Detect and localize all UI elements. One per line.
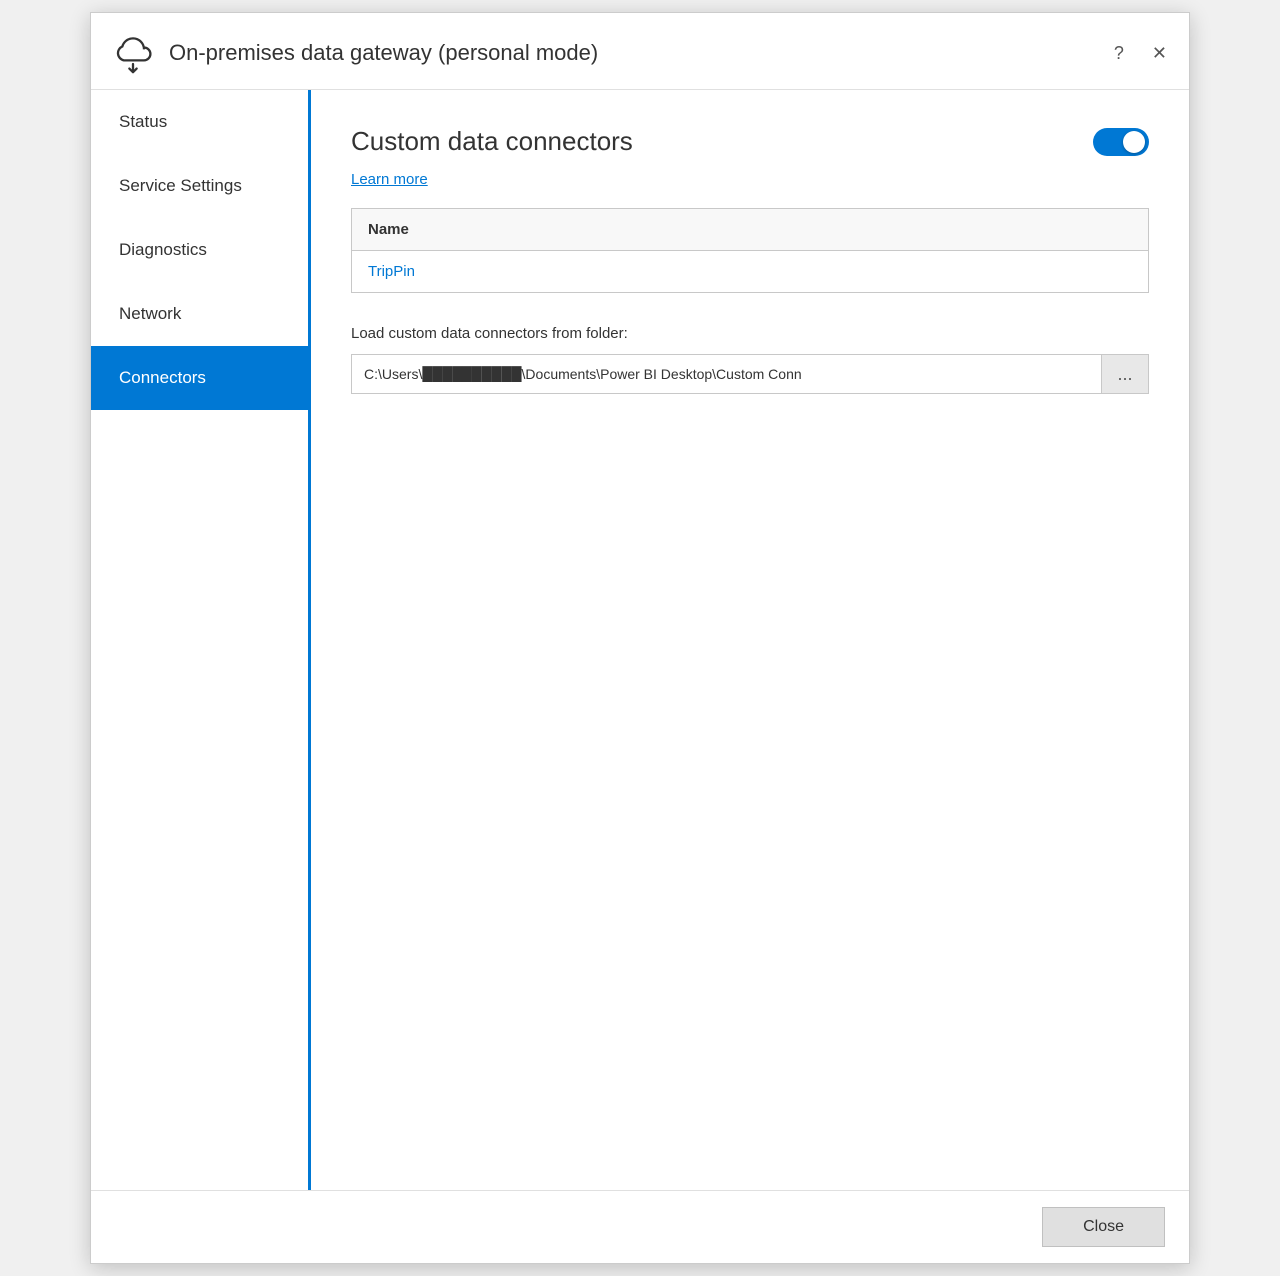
folder-label: Load custom data connectors from folder:: [351, 325, 1149, 342]
folder-path-input[interactable]: [351, 354, 1101, 394]
custom-connectors-toggle[interactable]: [1093, 128, 1149, 156]
app-window: On-premises data gateway (personal mode)…: [90, 12, 1190, 1264]
title-bar-left: On-premises data gateway (personal mode): [111, 31, 1108, 75]
toggle-thumb: [1123, 131, 1145, 153]
title-bar-controls: ? ✕: [1108, 40, 1173, 66]
sidebar-item-status-label: Status: [119, 112, 167, 131]
sidebar-item-connectors-label: Connectors: [119, 368, 206, 387]
footer-bar: Close: [91, 1190, 1189, 1263]
sidebar-item-network[interactable]: Network: [91, 282, 308, 346]
section-title: Custom data connectors: [351, 126, 633, 157]
close-button[interactable]: Close: [1042, 1207, 1165, 1247]
sidebar-item-status[interactable]: Status: [91, 90, 308, 154]
toggle-track: [1093, 128, 1149, 156]
help-button[interactable]: ?: [1108, 40, 1130, 66]
browse-button[interactable]: ...: [1101, 354, 1149, 394]
sidebar-item-service-settings-label: Service Settings: [119, 176, 242, 195]
sidebar-item-diagnostics-label: Diagnostics: [119, 240, 207, 259]
sidebar-item-network-label: Network: [119, 304, 181, 323]
cloud-upload-icon: [111, 31, 155, 75]
section-header: Custom data connectors: [351, 126, 1149, 157]
connector-name-cell: TripPin: [352, 251, 1149, 293]
close-window-button[interactable]: ✕: [1146, 40, 1173, 66]
table-row: TripPin: [352, 251, 1149, 293]
app-title: On-premises data gateway (personal mode): [169, 40, 598, 66]
sidebar-item-service-settings[interactable]: Service Settings: [91, 154, 308, 218]
table-header-name: Name: [352, 209, 1149, 251]
sidebar-item-diagnostics[interactable]: Diagnostics: [91, 218, 308, 282]
content-area: Custom data connectors Learn more Name: [311, 90, 1189, 1190]
title-bar: On-premises data gateway (personal mode)…: [91, 13, 1189, 90]
learn-more-link[interactable]: Learn more: [351, 171, 428, 188]
sidebar: Status Service Settings Diagnostics Netw…: [91, 90, 311, 1190]
connectors-table: Name TripPin: [351, 208, 1149, 293]
sidebar-item-connectors[interactable]: Connectors: [91, 346, 308, 410]
folder-input-row: ...: [351, 354, 1149, 394]
main-layout: Status Service Settings Diagnostics Netw…: [91, 90, 1189, 1190]
